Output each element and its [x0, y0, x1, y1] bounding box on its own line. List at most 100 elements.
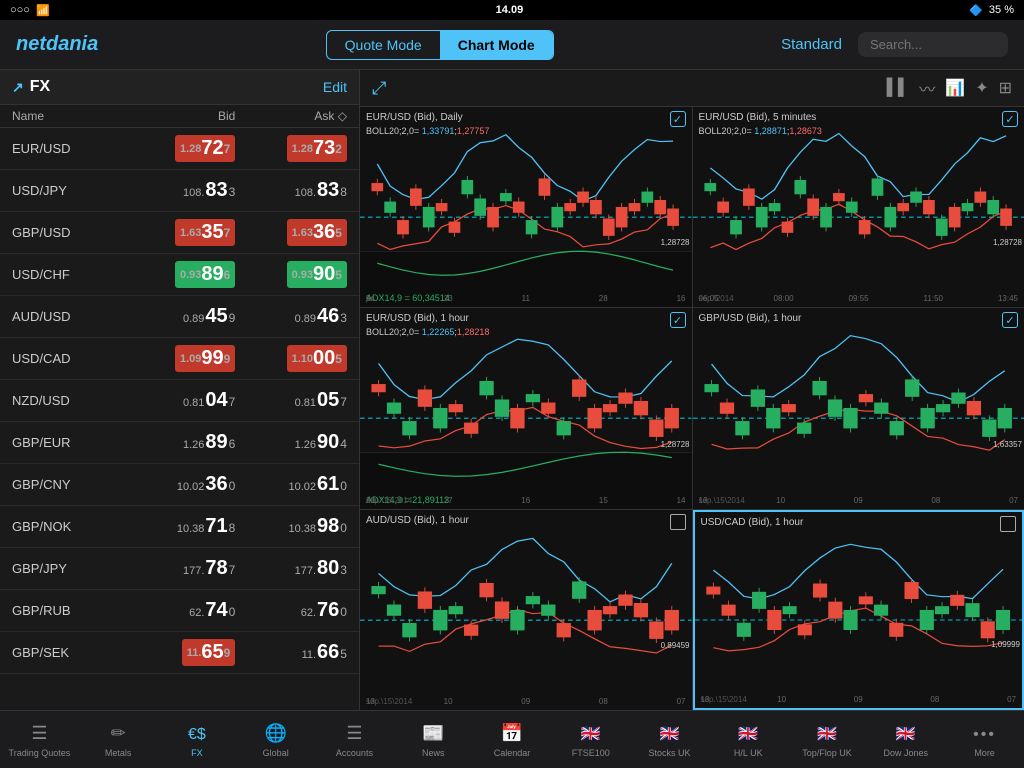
bid-price: 0.89459 [124, 305, 236, 328]
axis-label: 14 [677, 496, 686, 505]
chart-check[interactable] [670, 312, 686, 328]
bottom-nav: ☰ Trading Quotes ✏ Metals €$ FX 🌐 Global… [0, 710, 1024, 768]
nav-label-trading-quotes: Trading Quotes [9, 748, 71, 758]
chart-check[interactable] [1002, 111, 1018, 127]
fx-header: ↗ FX Edit [0, 70, 359, 105]
ask-price: 1.28732 [235, 135, 347, 162]
nav-label-accounts: Accounts [336, 748, 373, 758]
nav-item-accounts[interactable]: ☰ Accounts [315, 718, 394, 762]
chart-svg [360, 510, 692, 710]
ask-tag: 10.02610 [289, 473, 347, 496]
chart-check[interactable] [1002, 312, 1018, 328]
chart-cell-eurusd-5min: EUR/USD (Bid), 5 minutesBOLL20;2,0= 1,28… [693, 107, 1024, 307]
quote-row[interactable]: EUR/USD 1.28727 1.28732 [0, 128, 359, 170]
chart-title: GBP/USD (Bid), 1 hour [699, 313, 802, 324]
quote-mode-button[interactable]: Quote Mode [327, 31, 440, 59]
charts-grid: EUR/USD (Bid), DailyBOLL20;2,0= 1,33791;… [360, 107, 1024, 710]
quote-row[interactable]: GBP/JPY 177.787 177.803 [0, 548, 359, 590]
left-panel: ↗ FX Edit Name Bid Ask ◇ EUR/USD 1.28727… [0, 70, 360, 710]
nav-item-trading-quotes[interactable]: ☰ Trading Quotes [0, 718, 79, 762]
axis-sublabel: jul. [366, 294, 376, 303]
bid-tag: 10.38718 [177, 515, 235, 538]
grid-icon[interactable]: ⊞ [999, 78, 1012, 98]
nav-icon-metals: ✏ [111, 722, 126, 745]
axis-label: 10 [776, 496, 785, 505]
quote-row[interactable]: NZD/USD 0.81047 0.81057 [0, 380, 359, 422]
nav-icon-topflop-uk: 🇬🇧 [817, 722, 837, 745]
wifi-icon: 📶 [36, 4, 50, 17]
standard-label: Standard [781, 36, 842, 53]
price-level: 1,63357 [993, 440, 1022, 449]
nav-item-hl-uk[interactable]: 🇬🇧 H/L UK [709, 718, 788, 762]
chart-toolbar-right: ▌▌ 〰 📊 ✦ ⊞ [887, 76, 1012, 100]
chart-toolbar-left: ⤢ [372, 78, 386, 99]
quote-name: EUR/USD [12, 141, 124, 156]
bid-price: 177.787 [124, 557, 236, 580]
pin-icon[interactable]: ✦ [975, 78, 988, 98]
expand-icon[interactable]: ⤢ [372, 78, 386, 99]
line-chart-icon[interactable]: 〰 [919, 76, 935, 100]
nav-item-global[interactable]: 🌐 Global [236, 718, 315, 762]
nav-icon-more: ••• [973, 722, 996, 745]
chart-mode-button[interactable]: Chart Mode [440, 31, 553, 59]
chart-square[interactable] [1000, 516, 1016, 532]
app-logo: netdania [16, 33, 98, 56]
chart-label: EUR/USD (Bid), 1 hourBOLL20;2,0= 1,22265… [366, 312, 489, 340]
nav-label-more: More [974, 748, 995, 758]
axis-label: 10 [444, 697, 453, 706]
bid-badge: 1.28727 [175, 135, 235, 162]
quote-row[interactable]: GBP/RUB 62.740 62.760 [0, 590, 359, 632]
ask-tag: 108.838 [295, 179, 347, 202]
axis-label: 07 [677, 697, 686, 706]
col-bid-header: Bid [124, 109, 236, 123]
bid-price: 1.09999 [124, 345, 236, 372]
quote-row[interactable]: GBP/USD 1.63357 1.63365 [0, 212, 359, 254]
quote-row[interactable]: GBP/SEK 11.659 11.665 [0, 632, 359, 674]
quote-row[interactable]: GBP/EUR 1.26896 1.26904 [0, 422, 359, 464]
chart-label: EUR/USD (Bid), 5 minutesBOLL20;2,0= 1,28… [699, 111, 822, 139]
nav-item-dow-jones[interactable]: 🇬🇧 Dow Jones [866, 718, 945, 762]
nav-item-stocks-uk[interactable]: 🇬🇧 Stocks UK [630, 718, 709, 762]
search-input[interactable] [858, 32, 1008, 57]
bid-price: 0.81047 [124, 389, 236, 412]
chart-toolbar: ⤢ ▌▌ 〰 📊 ✦ ⊞ [360, 70, 1024, 107]
nav-label-metals: Metals [105, 748, 132, 758]
chart-label: GBP/USD (Bid), 1 hour [699, 312, 802, 326]
axis-label: 08 [930, 695, 939, 704]
quote-row[interactable]: USD/CHF 0.93896 0.93905 [0, 254, 359, 296]
axis-label: 09 [854, 695, 863, 704]
bid-tag: 10.02360 [177, 473, 235, 496]
nav-item-fx[interactable]: €$ FX [158, 718, 237, 762]
nav-icon-trading-quotes: ☰ [31, 722, 47, 745]
bar-chart-icon[interactable]: ▌▌ [887, 79, 910, 97]
price-level: 0,89459 [661, 641, 690, 650]
quote-row[interactable]: USD/JPY 108.833 108.838 [0, 170, 359, 212]
candlestick-icon[interactable]: 📊 [945, 78, 965, 98]
nav-icon-hl-uk: 🇬🇧 [738, 722, 758, 745]
edit-button[interactable]: Edit [323, 79, 347, 95]
mode-toggle[interactable]: Quote Mode Chart Mode [326, 30, 554, 60]
chart-svg [695, 512, 1023, 708]
status-time: 14.09 [496, 4, 524, 16]
chart-title: USD/CAD (Bid), 1 hour [701, 517, 804, 528]
quote-row[interactable]: GBP/CNY 10.02360 10.02610 [0, 464, 359, 506]
nav-item-metals[interactable]: ✏ Metals [79, 718, 158, 762]
chart-label: EUR/USD (Bid), DailyBOLL20;2,0= 1,33791;… [366, 111, 489, 139]
axis-label: 17 [444, 496, 453, 505]
nav-item-news[interactable]: 📰 News [394, 718, 473, 762]
quote-row[interactable]: AUD/USD 0.89459 0.89463 [0, 296, 359, 338]
nav-item-more[interactable]: ••• More [945, 718, 1024, 762]
chart-check[interactable] [670, 111, 686, 127]
quote-row[interactable]: GBP/NOK 10.38718 10.38980 [0, 506, 359, 548]
price-level: 1,28728 [661, 238, 690, 247]
bid-tag: 0.81047 [183, 389, 235, 412]
signal-icon: ○○○ [10, 4, 30, 16]
nav-item-ftse100[interactable]: 🇬🇧 FTSE100 [551, 718, 630, 762]
nav-item-calendar[interactable]: 📅 Calendar [473, 718, 552, 762]
nav-item-topflop-uk[interactable]: 🇬🇧 Top/Flop UK [788, 718, 867, 762]
bid-badge: 11.659 [182, 639, 236, 666]
chart-boll: BOLL20;2,0= 1,33791;1,27757 [366, 126, 489, 136]
quote-name: GBP/EUR [12, 435, 124, 450]
chart-square[interactable] [670, 514, 686, 530]
quote-row[interactable]: USD/CAD 1.09999 1.10005 [0, 338, 359, 380]
